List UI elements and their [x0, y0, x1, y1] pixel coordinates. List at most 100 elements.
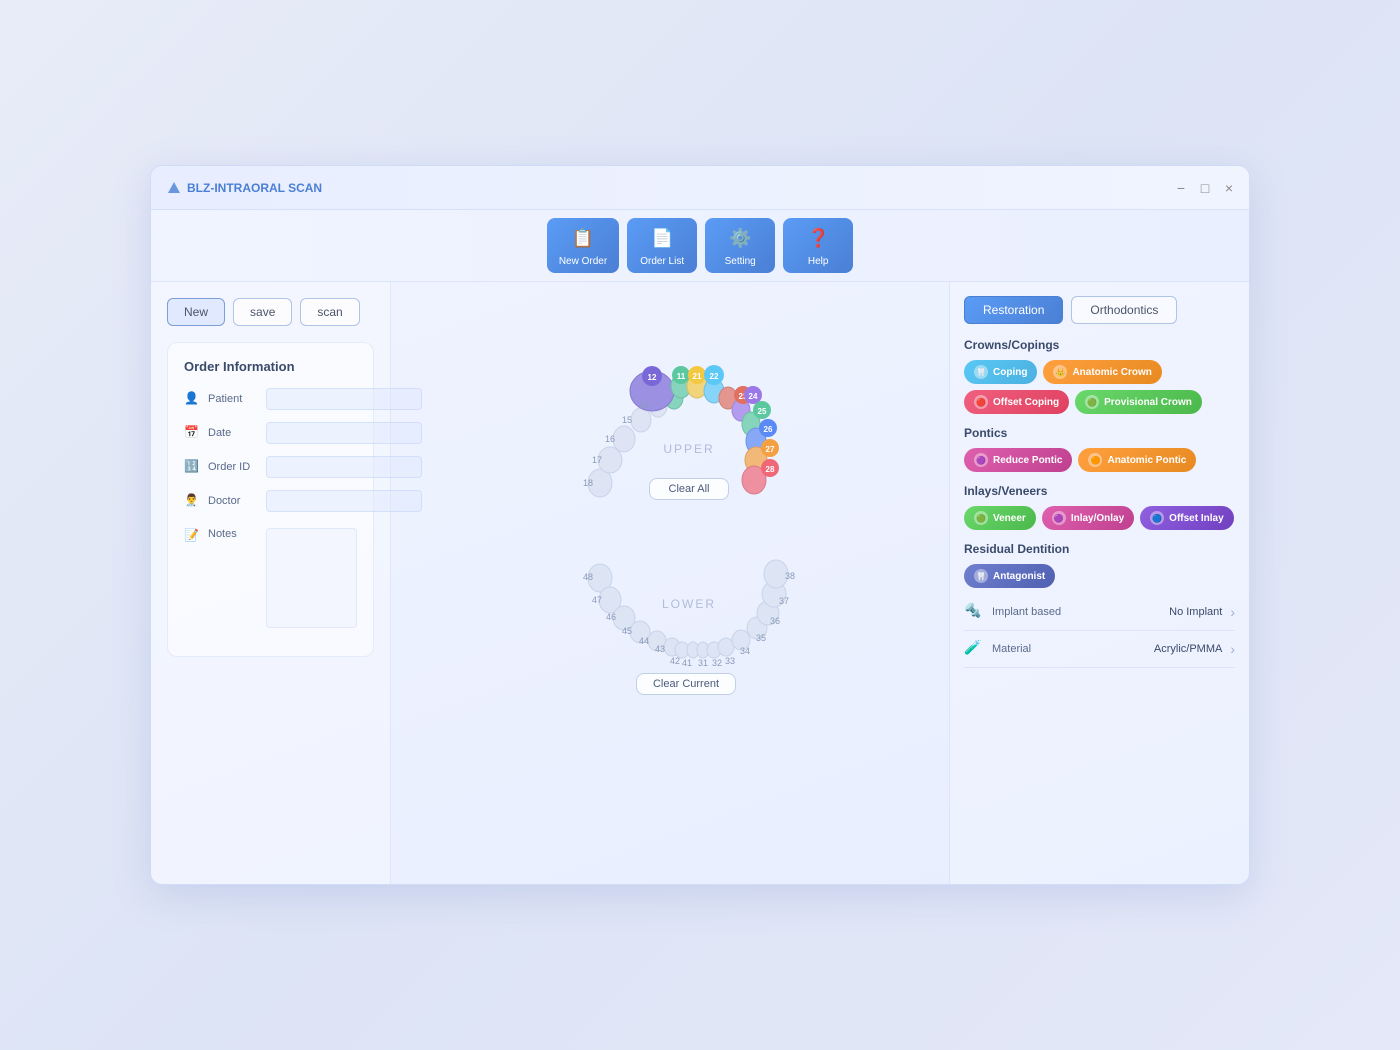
svg-text:41: 41 — [682, 658, 692, 668]
provisional-crown-button[interactable]: 🟢 Provisional Crown — [1075, 390, 1202, 414]
svg-text:11: 11 — [677, 372, 686, 381]
offset-coping-label: Offset Coping — [993, 397, 1059, 408]
material-row[interactable]: 🧪 Material Acrylic/PMMA › — [964, 631, 1235, 668]
antagonist-label: Antagonist — [993, 571, 1045, 582]
svg-text:24: 24 — [749, 392, 758, 401]
clear-all-button[interactable]: Clear All — [649, 478, 729, 500]
minimize-button[interactable]: − — [1173, 180, 1189, 196]
notes-input[interactable] — [266, 528, 357, 628]
inlays-veneers-title: Inlays/Veneers — [964, 484, 1235, 498]
patient-icon: 👤 — [184, 391, 200, 407]
svg-text:31: 31 — [698, 658, 708, 668]
material-icon: 🧪 — [964, 639, 984, 659]
offset-inlay-button[interactable]: 🔵 Offset Inlay — [1140, 506, 1233, 530]
svg-text:12: 12 — [648, 373, 657, 382]
setting-label: Setting — [725, 256, 756, 267]
svg-text:32: 32 — [712, 658, 722, 668]
svg-text:27: 27 — [766, 445, 775, 454]
help-button[interactable]: ❓ Help — [783, 218, 853, 273]
window-controls: − □ × — [1173, 180, 1237, 196]
reduce-pontic-label: Reduce Pontic — [993, 455, 1062, 466]
toolbar: 📋 New Order 📄 Order List ⚙️ Setting ❓ He… — [151, 210, 1249, 282]
svg-text:46: 46 — [606, 612, 616, 622]
save-button[interactable]: save — [233, 298, 292, 326]
order-info-title: Order Information — [184, 359, 357, 374]
center-panel: 18 17 16 15 14 12 11 21 22 — [391, 282, 949, 884]
right-panel: Restoration Orthodontics Crowns/Copings … — [949, 282, 1249, 884]
order-list-button[interactable]: 📄 Order List — [627, 218, 697, 273]
svg-text:36: 36 — [770, 616, 780, 626]
provisional-label: Provisional Crown — [1104, 397, 1192, 408]
orderid-label: Order ID — [208, 461, 258, 473]
residual-dentition-title: Residual Dentition — [964, 542, 1235, 556]
anatomic-crown-button[interactable]: 👑 Anatomic Crown — [1043, 360, 1161, 384]
new-button[interactable]: New — [167, 298, 225, 326]
svg-text:21: 21 — [693, 372, 702, 381]
offset-inlay-icon: 🔵 — [1150, 511, 1164, 525]
help-icon: ❓ — [804, 224, 832, 252]
svg-text:18: 18 — [583, 478, 593, 488]
setting-button[interactable]: ⚙️ Setting — [705, 218, 775, 273]
tab-orthodontics[interactable]: Orthodontics — [1071, 296, 1177, 324]
implant-value: No Implant — [1169, 606, 1222, 618]
coping-icon: 🦷 — [974, 365, 988, 379]
app-title: BLZ-INTRAORAL SCAN — [167, 181, 322, 195]
svg-text:22: 22 — [710, 372, 719, 381]
svg-text:25: 25 — [758, 407, 767, 416]
svg-text:43: 43 — [655, 644, 665, 654]
antagonist-button[interactable]: 🦷 Antagonist — [964, 564, 1055, 588]
orderid-field: 🔢 Order ID — [184, 456, 357, 478]
svg-text:37: 37 — [779, 596, 789, 606]
scan-button[interactable]: scan — [300, 298, 359, 326]
close-button[interactable]: × — [1221, 180, 1237, 196]
svg-text:47: 47 — [592, 595, 602, 605]
orderid-icon: 🔢 — [184, 459, 200, 475]
veneer-button[interactable]: 🟢 Veneer — [964, 506, 1036, 530]
reduce-pontic-button[interactable]: 🟣 Reduce Pontic — [964, 448, 1072, 472]
implant-row[interactable]: 🔩 Implant based No Implant › — [964, 594, 1235, 631]
order-info-panel: Order Information 👤 Patient 📅 Date 🔢 Ord… — [167, 342, 374, 657]
pontics-grid: 🟣 Reduce Pontic 🟠 Anatomic Pontic — [964, 448, 1235, 472]
date-label: Date — [208, 427, 258, 439]
maximize-button[interactable]: □ — [1197, 180, 1213, 196]
order-list-label: Order List — [640, 256, 684, 267]
left-panel: New save scan Order Information 👤 Patien… — [151, 282, 391, 884]
inlay-onlay-button[interactable]: 🟣 Inlay/Onlay — [1042, 506, 1134, 530]
tab-restoration[interactable]: Restoration — [964, 296, 1063, 324]
app-logo-icon — [167, 181, 181, 195]
setting-icon: ⚙️ — [726, 224, 754, 252]
notes-icon: 📝 — [184, 528, 200, 544]
provisional-icon: 🟢 — [1085, 395, 1099, 409]
anatomic-crown-label: Anatomic Crown — [1072, 367, 1151, 378]
clear-current-button[interactable]: Clear Current — [636, 673, 736, 695]
right-tabs: Restoration Orthodontics — [964, 296, 1235, 324]
coping-button[interactable]: 🦷 Coping — [964, 360, 1037, 384]
crowns-copings-title: Crowns/Copings — [964, 338, 1235, 352]
svg-text:48: 48 — [583, 572, 593, 582]
pontics-title: Pontics — [964, 426, 1235, 440]
order-list-icon: 📄 — [648, 224, 676, 252]
antagonist-icon: 🦷 — [974, 569, 988, 583]
inlay-icon: 🟣 — [1052, 511, 1066, 525]
svg-text:14: 14 — [639, 400, 649, 410]
svg-text:17: 17 — [592, 455, 602, 465]
material-label: Material — [992, 643, 1146, 655]
new-order-button[interactable]: 📋 New Order — [547, 218, 619, 273]
svg-text:26: 26 — [764, 425, 773, 434]
app-title-text: BLZ-INTRAORAL SCAN — [187, 181, 322, 195]
residual-dentition-grid: 🦷 Antagonist — [964, 564, 1235, 588]
patient-label: Patient — [208, 393, 258, 405]
title-bar: BLZ-INTRAORAL SCAN − □ × — [151, 166, 1249, 210]
svg-text:35: 35 — [756, 633, 766, 643]
svg-text:UPPER: UPPER — [663, 442, 714, 456]
inlays-veneers-grid: 🟢 Veneer 🟣 Inlay/Onlay 🔵 Offset Inlay — [964, 506, 1235, 530]
date-field: 📅 Date — [184, 422, 357, 444]
crowns-copings-grid: 🦷 Coping 👑 Anatomic Crown 🔴 Offset Copin… — [964, 360, 1235, 414]
doctor-icon: 👨‍⚕️ — [184, 493, 200, 509]
implant-icon: 🔩 — [964, 602, 984, 622]
anatomic-pontic-button[interactable]: 🟠 Anatomic Pontic — [1078, 448, 1196, 472]
svg-text:38: 38 — [785, 571, 795, 581]
offset-coping-button[interactable]: 🔴 Offset Coping — [964, 390, 1069, 414]
implant-arrow-icon: › — [1230, 604, 1235, 620]
new-order-label: New Order — [559, 256, 607, 267]
